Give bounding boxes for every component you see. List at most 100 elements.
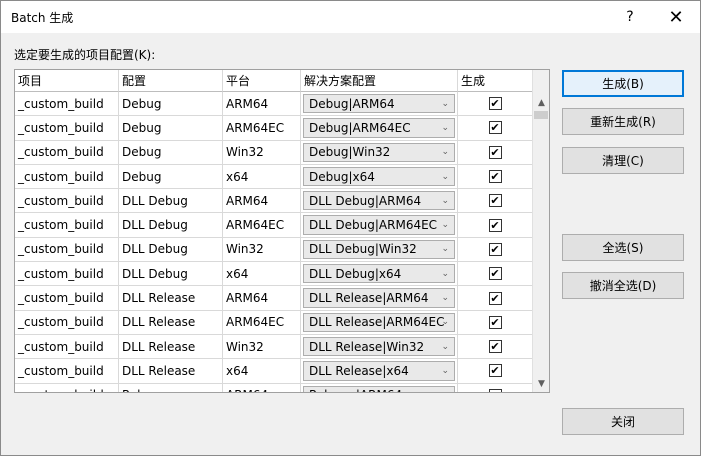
build-checkbox[interactable]: ✔: [488, 340, 502, 354]
chevron-down-icon[interactable]: ⌄: [441, 196, 449, 206]
solution-config-select[interactable]: DLL Release|Win32 ⌄: [303, 336, 455, 357]
scroll-up-icon[interactable]: ▲: [533, 94, 549, 111]
cell-project: _custom_build: [15, 213, 119, 238]
clean-button[interactable]: 清理(C): [562, 147, 684, 174]
rebuild-button[interactable]: 重新生成(R): [562, 108, 684, 135]
scroll-thumb[interactable]: [534, 111, 548, 119]
solution-config-select[interactable]: DLL Debug|ARM64 ⌄: [303, 191, 455, 211]
cell-solution-config: Debug|x64 ⌄: [301, 164, 458, 190]
chevron-down-icon[interactable]: ⌄: [441, 123, 449, 133]
cell-config: DLL Release: [119, 286, 223, 311]
cell-project: _custom_build: [15, 164, 119, 190]
table-row[interactable]: _custom_build DLL Debug x64 DLL Debug|x64 ⌄ ✔: [15, 262, 533, 287]
build-checkbox[interactable]: ✔: [488, 194, 502, 208]
help-button[interactable]: ?: [607, 1, 653, 33]
cell-config: DLL Release: [119, 310, 223, 335]
build-checkbox[interactable]: ✔: [488, 291, 502, 305]
checkmark-icon: ✔: [490, 218, 500, 232]
column-header-config[interactable]: 配置: [119, 70, 223, 92]
build-checkbox[interactable]: ✔: [488, 121, 502, 135]
project-config-grid[interactable]: 项目 配置 平台 解决方案配置 生成 _custom_build Debug ARM…: [14, 69, 550, 393]
column-header-project[interactable]: 项目: [15, 70, 119, 92]
solution-config-select[interactable]: Debug|Win32 ⌄: [303, 142, 455, 162]
checkmark-icon: ✔: [490, 194, 500, 208]
build-checkbox[interactable]: ✔: [488, 364, 502, 378]
chevron-down-icon[interactable]: ⌄: [441, 317, 449, 327]
solution-config-select[interactable]: DLL Debug|Win32 ⌄: [303, 239, 455, 260]
cell-solution-config: DLL Debug|x64 ⌄: [301, 262, 458, 287]
cell-build: ✔: [458, 116, 533, 141]
table-row[interactable]: _custom_build Debug Win32 Debug|Win32 ⌄ ✔: [15, 140, 533, 165]
cell-build: ✔: [458, 262, 533, 287]
chevron-down-icon[interactable]: ⌄: [441, 147, 449, 157]
cell-project: _custom_build: [15, 359, 119, 384]
chevron-down-icon[interactable]: ⌄: [441, 342, 449, 352]
cell-build: ✔: [458, 164, 533, 190]
solution-config-select[interactable]: DLL Release|ARM64EC ⌄: [303, 312, 455, 332]
checkmark-icon: ✔: [490, 170, 500, 184]
table-row[interactable]: _custom_buildReleaseARM64 Release|ARM64 ⌄ ✔: [15, 383, 533, 392]
table-row[interactable]: _custom_build DLL Debug ARM64 DLL Debug|ARM…: [15, 189, 533, 214]
scroll-down-icon[interactable]: ▼: [533, 375, 549, 392]
build-checkbox[interactable]: ✔: [488, 242, 502, 256]
solution-config-select[interactable]: Release|ARM64 ⌄: [303, 385, 455, 392]
build-checkbox[interactable]: ✔: [488, 97, 502, 111]
table-row[interactable]: _custom_build DLL Debug ARM64EC DLL Debug|A…: [15, 213, 533, 238]
close-button[interactable]: 关闭: [562, 408, 684, 435]
build-checkbox[interactable]: ✔: [488, 218, 502, 232]
solution-config-select[interactable]: Debug|ARM64EC ⌄: [303, 118, 455, 138]
table-row[interactable]: _custom_build Debug ARM64EC Debug|ARM64EC ⌄ ✔: [15, 116, 533, 141]
build-checkbox[interactable]: ✔: [488, 315, 502, 329]
chevron-down-icon[interactable]: ⌄: [441, 269, 449, 279]
build-checkbox[interactable]: ✔: [488, 170, 502, 184]
cell-config: DLL Release: [119, 334, 223, 360]
build-checkbox[interactable]: ✔: [488, 145, 502, 159]
table-row[interactable]: _custom_build DLL Release x64 DLL Release|x…: [15, 359, 533, 384]
solution-config-select[interactable]: DLL Release|ARM64 ⌄: [303, 288, 455, 308]
select-all-button[interactable]: 全选(S): [562, 234, 684, 261]
checkmark-icon: ✔: [490, 121, 500, 135]
close-window-button[interactable]: ✕: [653, 1, 699, 33]
grid-header: 项目 配置 平台 解决方案配置 生成: [15, 70, 533, 92]
column-header-solution-config[interactable]: 解决方案配置: [301, 70, 458, 92]
cell-build: ✔: [458, 334, 533, 360]
vertical-scrollbar[interactable]: ▲ ▼: [532, 70, 549, 392]
solution-config-value: DLL Release|ARM64EC: [309, 315, 445, 330]
cell-platform: x64: [223, 359, 301, 384]
column-header-build[interactable]: 生成: [458, 70, 533, 92]
table-row[interactable]: _custom_build DLL Release ARM64 DLL Release…: [15, 286, 533, 311]
solution-config-select[interactable]: DLL Debug|ARM64EC ⌄: [303, 215, 455, 235]
chevron-down-icon[interactable]: ⌄: [441, 220, 449, 230]
table-row[interactable]: _custom_build Debug ARM64 Debug|ARM64 ⌄ ✔: [15, 92, 533, 117]
cell-config: DLL Debug: [119, 237, 223, 263]
table-row[interactable]: _custom_build Debug x64 Debug|x64 ⌄ ✔: [15, 164, 533, 190]
checkmark-icon: ✔: [490, 145, 500, 159]
checkmark-icon: ✔: [490, 340, 500, 354]
cell-build: ✔: [458, 359, 533, 384]
cell-solution-config: DLL Release|x64 ⌄: [301, 359, 458, 384]
build-checkbox[interactable]: ✔: [488, 267, 502, 281]
solution-config-select[interactable]: Debug|x64 ⌄: [303, 166, 455, 187]
chevron-down-icon[interactable]: ⌄: [441, 293, 449, 303]
chevron-down-icon[interactable]: ⌄: [441, 99, 449, 109]
build-button[interactable]: 生成(B): [562, 70, 684, 97]
solution-config-select[interactable]: Debug|ARM64 ⌄: [303, 94, 455, 114]
cell-platform: ARM64: [223, 286, 301, 311]
chevron-down-icon[interactable]: ⌄: [441, 366, 449, 376]
table-row[interactable]: _custom_build DLL Release Win32 DLL Release…: [15, 334, 533, 360]
cell-build: ✔: [458, 92, 533, 117]
cell-platform: ARM64EC: [223, 213, 301, 238]
deselect-all-button[interactable]: 撤消全选(D): [562, 272, 684, 299]
column-header-platform[interactable]: 平台: [223, 70, 301, 92]
cell-solution-config: Debug|Win32 ⌄: [301, 140, 458, 165]
chevron-down-icon[interactable]: ⌄: [441, 172, 449, 182]
table-row[interactable]: _custom_build DLL Release ARM64EC DLL Relea…: [15, 310, 533, 335]
chevron-down-icon[interactable]: ⌄: [441, 244, 449, 254]
cell-platform: ARM64EC: [223, 116, 301, 141]
build-checkbox[interactable]: ✔: [488, 388, 502, 392]
cell-build: ✔: [458, 286, 533, 311]
solution-config-select[interactable]: DLL Release|x64 ⌄: [303, 361, 455, 381]
chevron-down-icon[interactable]: ⌄: [441, 390, 449, 392]
solution-config-select[interactable]: DLL Debug|x64 ⌄: [303, 264, 455, 284]
table-row[interactable]: _custom_build DLL Debug Win32 DLL Debug|Win…: [15, 237, 533, 263]
